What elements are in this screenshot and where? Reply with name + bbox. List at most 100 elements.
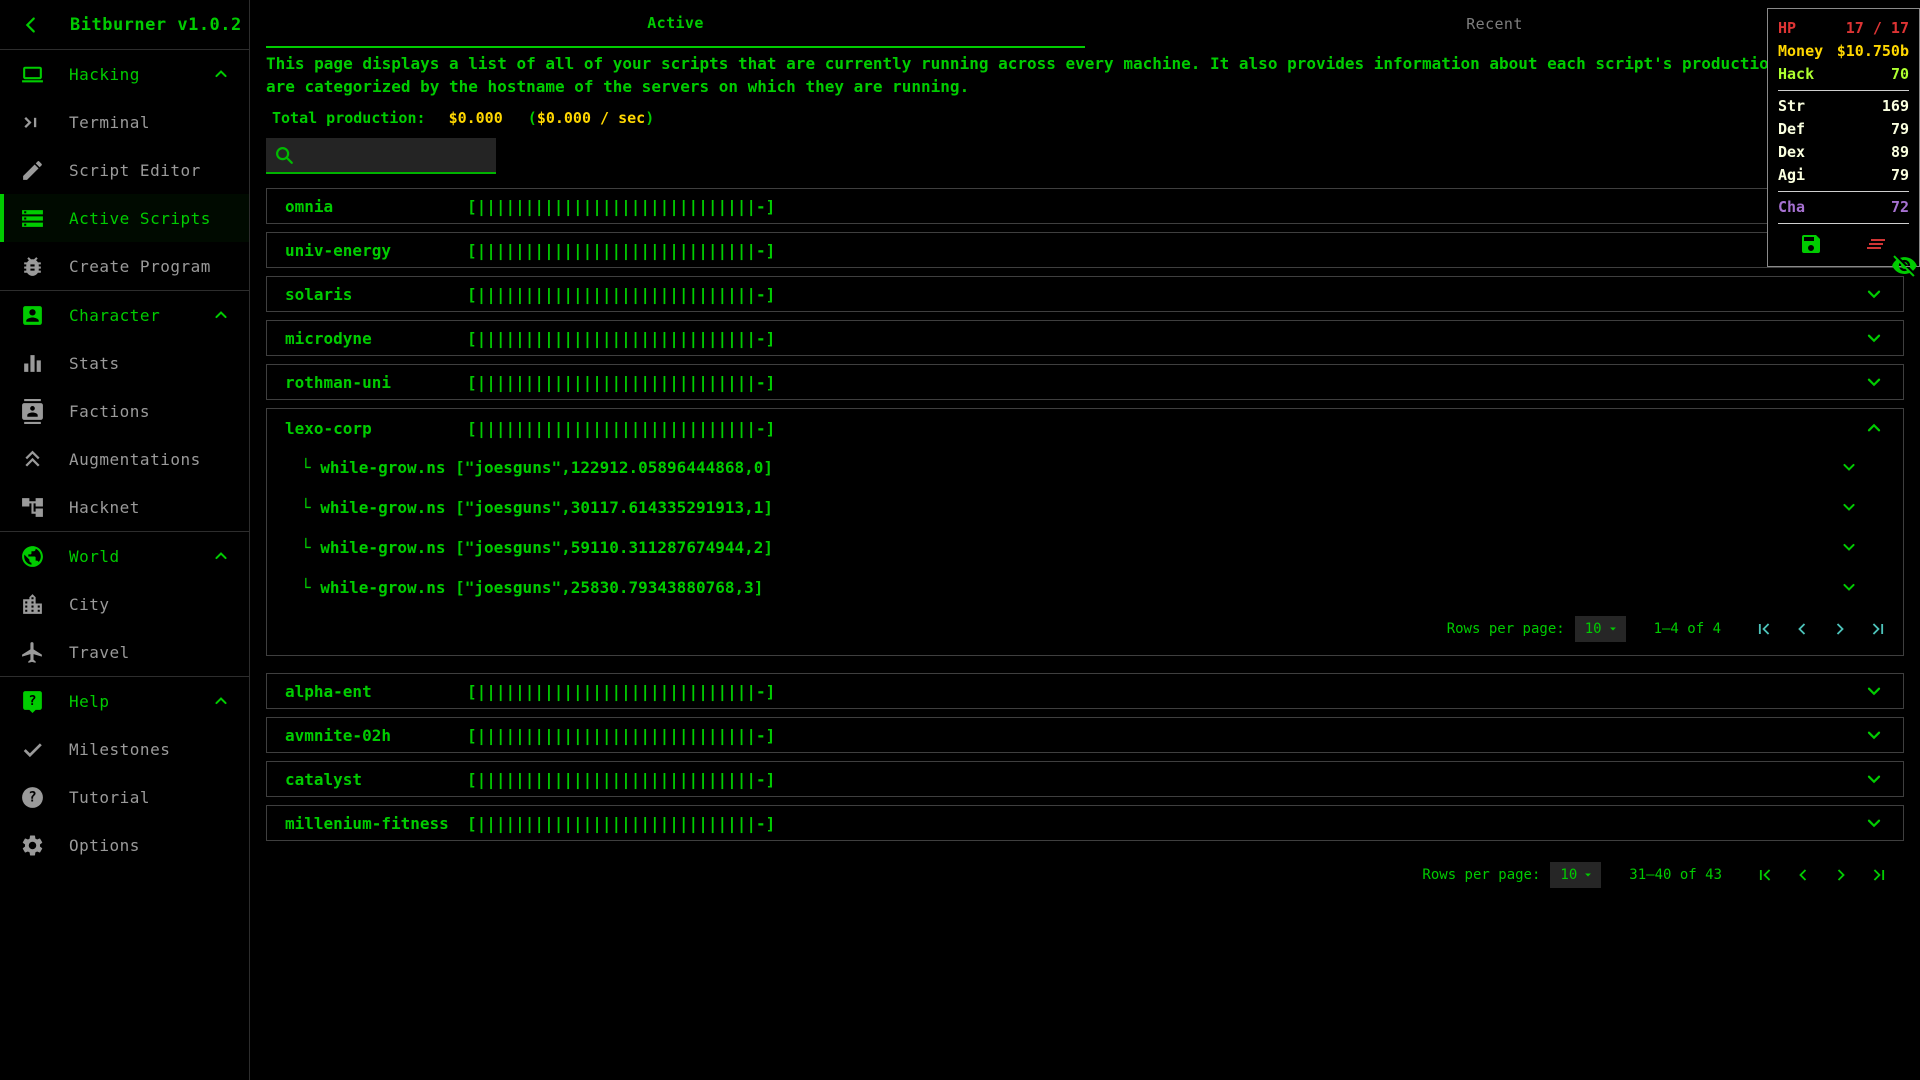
laptop-icon — [21, 66, 44, 82]
hud-visibility-off-icon[interactable] — [1891, 252, 1918, 279]
server-row-microdyne[interactable]: microdyne [|||||||||||||||||||||||||||||… — [266, 320, 1904, 356]
sidebar-item-terminal[interactable]: Terminal — [0, 98, 249, 146]
caret-down-icon — [1609, 627, 1616, 631]
rows-per-page-label: Rows per page: — [1446, 621, 1565, 637]
sidebar-section-hacking[interactable]: Hacking — [0, 50, 249, 98]
hud-action-buttons — [1778, 232, 1909, 256]
sidebar-item-label: Augmentations — [69, 449, 201, 469]
sidebar-item-active-scripts[interactable]: Active Scripts — [0, 194, 249, 242]
chevron-down-icon — [1867, 731, 1881, 739]
server-name: avmnite-02h — [285, 725, 391, 745]
sidebar-item-stats[interactable]: Stats — [0, 339, 249, 387]
sidebar-item-tutorial[interactable]: Tutorial — [0, 773, 249, 821]
hud-cha-row: Cha 72 — [1778, 198, 1909, 216]
sidebar-section-label: Hacking — [69, 64, 140, 84]
help-circle-icon — [22, 786, 43, 808]
displayed-rows-label: 31–40 of 43 — [1629, 867, 1722, 883]
chevron-up-icon — [1867, 424, 1881, 432]
rows-per-page-select[interactable]: 10 — [1550, 862, 1602, 888]
contacts-icon — [22, 398, 43, 424]
chevron-up-icon — [215, 70, 227, 78]
chevron-down-icon — [1867, 775, 1881, 783]
sidebar-item-create-program[interactable]: Create Program — [0, 242, 249, 290]
storage-list-icon — [22, 209, 43, 227]
next-page-button[interactable] — [1821, 614, 1859, 644]
last-page-icon — [1872, 623, 1884, 635]
first-page-button[interactable] — [1745, 614, 1783, 644]
servers-pagination: Rows per page: 10 31–40 of 43 — [266, 853, 1904, 897]
first-page-button[interactable] — [1746, 860, 1784, 890]
app-title: Bitburner v1.0.2 — [70, 14, 242, 35]
next-page-button[interactable] — [1822, 860, 1860, 890]
chevron-down-icon — [1867, 334, 1881, 342]
tab-active[interactable]: Active — [266, 0, 1085, 48]
server-row-solaris[interactable]: solaris [|||||||||||||||||||||||||||||-] — [266, 276, 1904, 312]
last-page-button[interactable] — [1859, 614, 1897, 644]
ram-usage-bar: [|||||||||||||||||||||||||||||-] — [467, 769, 776, 789]
server-row-millenium-fitness[interactable]: millenium-fitness [|||||||||||||||||||||… — [266, 805, 1904, 841]
chevron-down-icon — [1867, 290, 1881, 298]
sidebar-item-options[interactable]: Options — [0, 821, 249, 869]
chevron-up-icon — [215, 311, 227, 319]
rows-per-page-select[interactable]: 10 — [1574, 616, 1626, 642]
server-row-catalyst[interactable]: catalyst [|||||||||||||||||||||||||||||-… — [266, 761, 1904, 797]
hud-divider — [1778, 90, 1909, 91]
sidebar-item-label: City — [69, 594, 110, 614]
script-row[interactable]: └ while-grow.ns ["joesguns",30117.614335… — [267, 487, 1903, 527]
server-row-omnia[interactable]: omnia [|||||||||||||||||||||||||||||-] — [266, 188, 1904, 224]
server-row-avmnite-02h[interactable]: avmnite-02h [|||||||||||||||||||||||||||… — [266, 717, 1904, 753]
hud-agi-row: Agi 79 — [1778, 166, 1909, 184]
script-row[interactable]: └ while-grow.ns ["joesguns",122912.05896… — [267, 447, 1903, 487]
sidebar-item-travel[interactable]: Travel — [0, 628, 249, 676]
sidebar-item-script-editor[interactable]: Script Editor — [0, 146, 249, 194]
pencil-icon — [23, 160, 42, 180]
bar-chart-icon — [24, 354, 41, 372]
prev-page-button[interactable] — [1784, 860, 1822, 890]
sidebar-item-label: Stats — [69, 353, 120, 373]
chevron-left-icon — [1799, 869, 1807, 881]
sidebar-item-label: Create Program — [69, 256, 211, 276]
sidebar-item-label: Active Scripts — [69, 208, 211, 228]
sidebar-section-label: Character — [69, 305, 161, 325]
kill-all-scripts-icon[interactable] — [1864, 232, 1888, 256]
script-name-and-args: └ while-grow.ns ["joesguns",25830.793438… — [301, 577, 764, 597]
last-page-button[interactable] — [1860, 860, 1898, 890]
sidebar-item-milestones[interactable]: Milestones — [0, 725, 249, 773]
ram-usage-bar: [|||||||||||||||||||||||||||||-] — [467, 681, 776, 701]
server-group-lexo-corp: lexo-corp [|||||||||||||||||||||||||||||… — [266, 408, 1904, 656]
displayed-rows-label: 1–4 of 4 — [1653, 621, 1721, 637]
server-row-rothman-uni[interactable]: rothman-uni [|||||||||||||||||||||||||||… — [266, 364, 1904, 400]
city-icon — [23, 593, 42, 614]
help-bubble-icon — [23, 690, 42, 713]
server-accordion-list: omnia [|||||||||||||||||||||||||||||-] u… — [266, 188, 1904, 897]
prev-page-button[interactable] — [1783, 614, 1821, 644]
sidebar-item-hacknet[interactable]: Hacknet — [0, 483, 249, 531]
sidebar-item-factions[interactable]: Factions — [0, 387, 249, 435]
server-row-alpha-ent[interactable]: alpha-ent [|||||||||||||||||||||||||||||… — [266, 673, 1904, 709]
server-name: microdyne — [285, 328, 372, 348]
save-icon[interactable] — [1799, 232, 1823, 256]
chevron-down-icon — [1843, 583, 1855, 591]
script-row[interactable]: └ while-grow.ns ["joesguns",59110.311287… — [267, 527, 1903, 567]
total-production-label: Total production: — [272, 109, 426, 127]
check-icon — [23, 742, 43, 757]
chevron-down-icon — [1843, 463, 1855, 471]
chevron-up-icon — [215, 697, 227, 705]
server-row-lexo-corp[interactable]: lexo-corp [|||||||||||||||||||||||||||||… — [267, 409, 1903, 447]
chevron-down-icon — [1867, 378, 1881, 386]
sidebar-item-augmentations[interactable]: Augmentations — [0, 435, 249, 483]
sidebar-section-help[interactable]: Help — [0, 677, 249, 725]
server-name: catalyst — [285, 769, 363, 789]
search-input[interactable] — [301, 144, 489, 166]
collapse-sidebar-icon[interactable] — [20, 14, 42, 36]
hud-money-row: Money $10.750b — [1778, 42, 1909, 60]
sidebar-item-city[interactable]: City — [0, 580, 249, 628]
sidebar-section-character[interactable]: Character — [0, 291, 249, 339]
sidebar-section-world[interactable]: World — [0, 532, 249, 580]
script-row[interactable]: └ while-grow.ns ["joesguns",25830.793438… — [267, 567, 1903, 607]
server-name: rothman-uni — [285, 372, 391, 392]
script-name-and-args: └ while-grow.ns ["joesguns",122912.05896… — [301, 457, 774, 477]
script-name-and-args: └ while-grow.ns ["joesguns",59110.311287… — [301, 537, 774, 557]
airplane-icon — [22, 641, 42, 663]
server-row-univ-energy[interactable]: univ-energy [|||||||||||||||||||||||||||… — [266, 232, 1904, 268]
